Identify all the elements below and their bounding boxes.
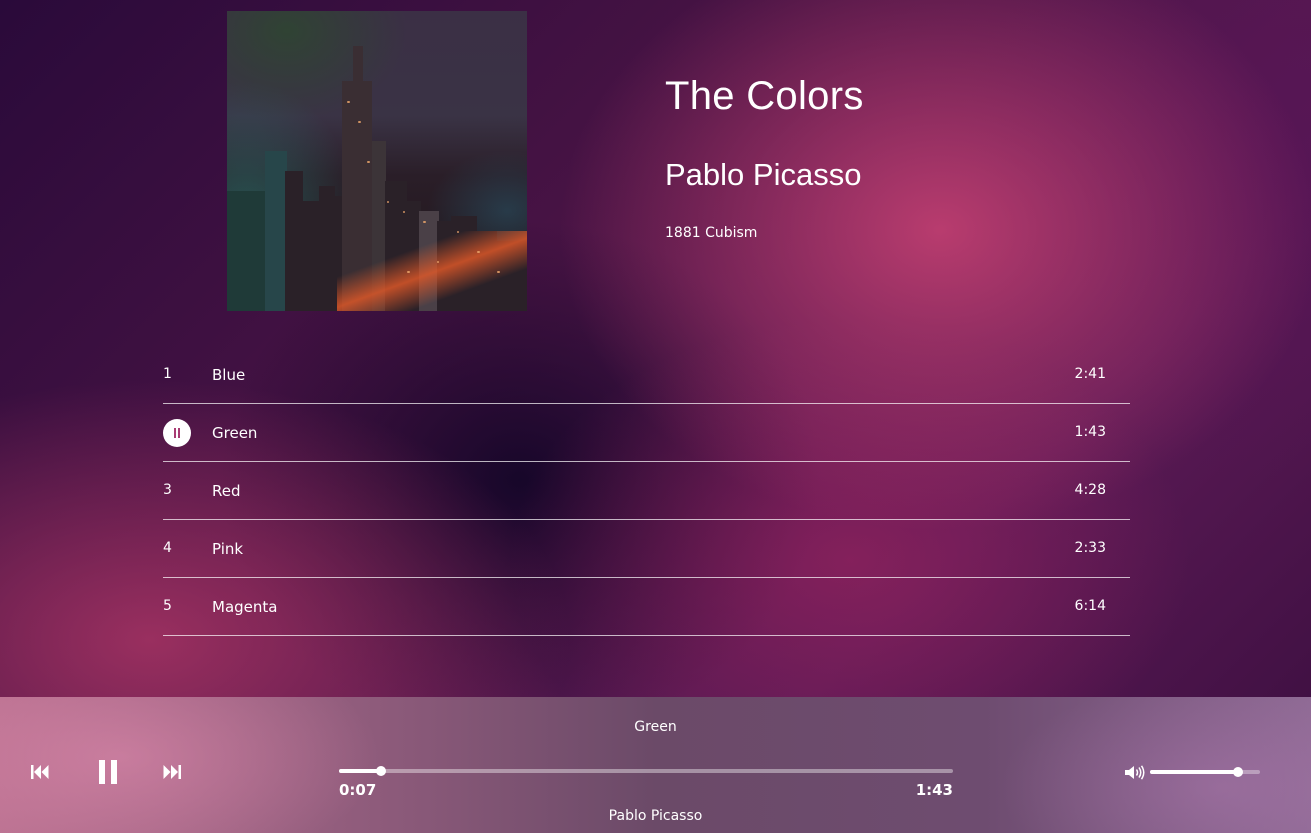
track-row-playing[interactable]: Green 1:43 [163,404,1130,462]
volume-button[interactable] [1125,765,1145,784]
pause-icon[interactable] [163,419,191,447]
track-name: Blue [212,366,246,384]
pause-icon [99,760,117,784]
track-duration: 2:41 [1074,366,1106,382]
album-title: The Colors [665,74,864,118]
track-number: 5 [163,598,172,614]
volume-icon [1125,765,1145,780]
progress-handle[interactable] [375,766,386,776]
track-duration: 6:14 [1074,598,1106,614]
player-bar: Green 0:07 1:43 Pablo Picasso [0,697,1311,833]
current-time: 0:07 [339,781,377,799]
skip-next-button[interactable] [163,764,181,780]
track-number: 1 [163,366,172,382]
progress-fill [339,769,381,773]
track-duration: 2:33 [1074,540,1106,556]
track-row[interactable]: 1 Blue 2:41 [163,346,1130,404]
total-time: 1:43 [915,781,953,799]
pause-button[interactable] [98,760,118,784]
album-cover [227,11,527,311]
track-name: Magenta [212,598,278,616]
skip-next-icon [163,765,181,779]
track-row[interactable]: 3 Red 4:28 [163,462,1130,520]
album-artist: Pablo Picasso [665,157,862,192]
track-row[interactable]: 5 Magenta 6:14 [163,578,1130,636]
volume-fill [1150,770,1238,774]
track-name: Red [212,482,241,500]
volume-slider[interactable] [1150,767,1260,777]
skip-previous-icon [31,765,49,779]
track-row[interactable]: 4 Pink 2:33 [163,520,1130,578]
track-name: Pink [212,540,244,558]
track-list: 1 Blue 2:41 Green 1:43 3 Red 4:28 4 Pink… [163,346,1130,636]
volume-handle[interactable] [1233,767,1243,777]
track-name: Green [212,424,258,442]
track-number: 4 [163,540,172,556]
now-playing-artist: Pablo Picasso [608,808,703,824]
track-duration: 4:28 [1074,482,1106,498]
progress-slider[interactable] [339,766,953,776]
track-number: 3 [163,482,172,498]
skip-previous-button[interactable] [31,764,49,780]
album-meta: 1881 Cubism [665,225,758,241]
now-playing-title: Green [634,719,677,735]
track-duration: 1:43 [1074,424,1106,440]
